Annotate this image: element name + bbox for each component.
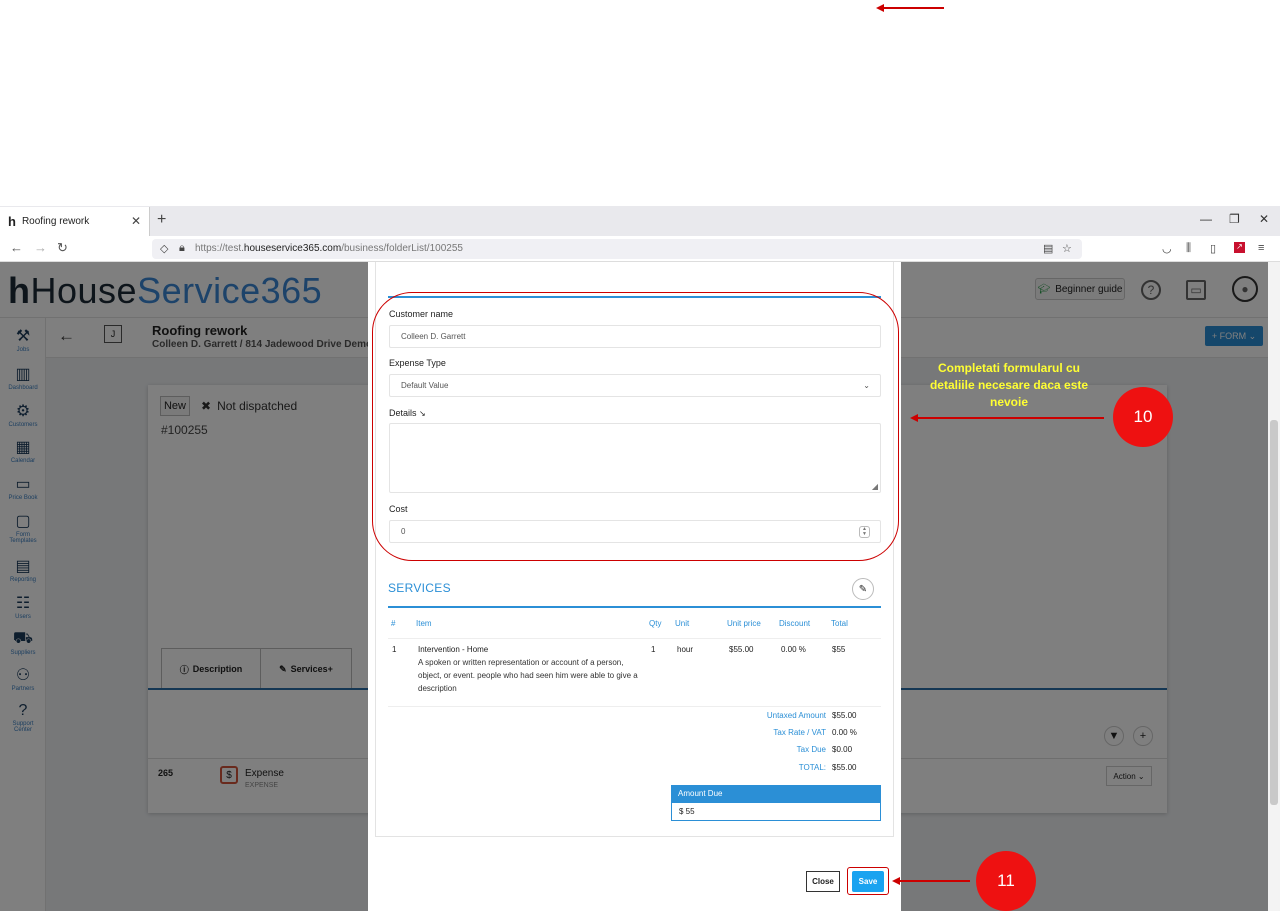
col-discount: Discount — [779, 619, 811, 628]
top-arrow-head — [876, 4, 884, 12]
close-tab-icon[interactable]: ✕ — [131, 214, 141, 228]
bookmark-star-icon[interactable]: ☆ — [1062, 242, 1072, 255]
row-total: $55 — [832, 645, 846, 654]
table-row-divider — [388, 706, 881, 707]
col-total: Total — [831, 619, 848, 628]
untaxed-amount-label: Untaxed Amount — [766, 711, 826, 720]
new-tab-icon[interactable]: + — [157, 211, 166, 229]
sidebar-icon[interactable]: ▯ — [1210, 242, 1216, 255]
col-item: Item — [416, 619, 432, 628]
edit-services-button[interactable]: ✎ — [852, 578, 874, 600]
col-qty: Qty — [649, 619, 662, 628]
favicon-icon: h — [8, 214, 16, 229]
reader-icon[interactable]: ▤ — [1043, 242, 1053, 255]
row-discount: 0.00 % — [781, 645, 806, 654]
menu-icon[interactable]: ≡ — [1258, 242, 1264, 254]
col-unit-price: Unit price — [727, 619, 761, 628]
extension-icon[interactable]: ↗ — [1234, 242, 1245, 253]
instruction-note: Completati formularul cu detaliile neces… — [929, 361, 1089, 409]
save-arrow-line — [900, 880, 970, 882]
services-divider — [388, 606, 881, 608]
shield-icon: ◇ — [160, 243, 169, 255]
top-arrow-line — [884, 7, 944, 9]
pocket-icon[interactable]: ◡ — [1162, 242, 1172, 255]
col-unit: Unit — [675, 619, 690, 628]
tab-title: Roofing rework — [21, 216, 90, 227]
pencil-icon: ✎ — [858, 583, 868, 595]
untaxed-amount-value: $55.00 — [832, 711, 857, 720]
forward-icon[interactable]: → — [34, 240, 47, 255]
row-unit-price: $55.00 — [729, 645, 754, 654]
window-close-icon[interactable]: ✕ — [1259, 212, 1269, 226]
minimize-icon[interactable]: — — [1200, 212, 1212, 226]
tax-due-label: Tax Due — [796, 745, 826, 754]
row-unit: hour — [677, 645, 694, 654]
url-text[interactable]: https://test.houseservice365.com/busines… — [195, 243, 463, 254]
save-button[interactable]: Save — [852, 871, 884, 892]
form-arrow-line — [918, 417, 1104, 419]
tax-due-value: $0.00 — [832, 745, 853, 754]
amount-due-value: $ 55 — [671, 802, 881, 821]
save-arrow-head — [892, 877, 900, 885]
close-button[interactable]: Close — [806, 871, 840, 892]
step-11-marker: 11 — [976, 851, 1036, 911]
step-10-marker: 10 — [1113, 387, 1173, 447]
row-qty: 1 — [651, 645, 656, 654]
row-item: Intervention - Home — [418, 645, 489, 654]
total-value: $55.00 — [832, 763, 857, 772]
lock-icon: 🔒︎ — [179, 242, 185, 254]
form-arrow-head — [910, 414, 918, 422]
reload-icon[interactable]: ↻ — [57, 240, 68, 256]
row-description: A spoken or written representation or ac… — [418, 658, 638, 693]
browser-tabbar — [0, 206, 1280, 236]
col-number: # — [391, 619, 396, 628]
amount-due-label: Amount Due — [671, 785, 881, 802]
services-title: SERVICES — [388, 581, 451, 595]
form-highlight-outline — [372, 292, 899, 561]
library-icon[interactable]: ⫼ — [1186, 242, 1191, 255]
tax-rate-value: 0.00 % — [832, 728, 857, 737]
total-label: TOTAL: — [798, 763, 826, 772]
restore-icon[interactable]: ❐ — [1229, 212, 1240, 226]
browser-tab[interactable]: h Roofing rework ✕ — [0, 207, 150, 236]
table-header-divider — [388, 638, 881, 639]
row-number: 1 — [392, 645, 397, 654]
back-icon[interactable]: ← — [10, 240, 23, 255]
scrollbar-thumb[interactable] — [1270, 420, 1278, 805]
tax-rate-label: Tax Rate / VAT — [773, 728, 826, 737]
